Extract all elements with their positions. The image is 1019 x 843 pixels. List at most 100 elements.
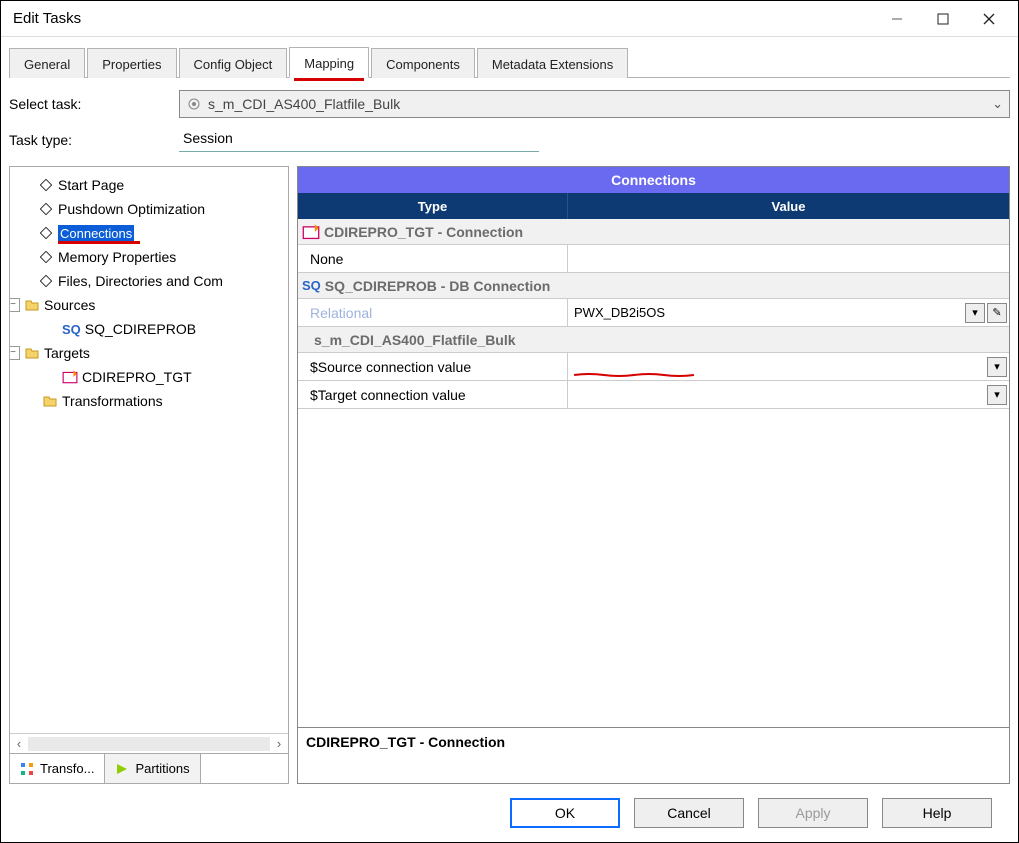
cell-type: None [298, 245, 568, 272]
grid-row[interactable]: $Target connection value ▾ [298, 381, 1009, 409]
tab-properties[interactable]: Properties [87, 48, 176, 78]
tab-mapping[interactable]: Mapping [289, 47, 369, 78]
tree-sources[interactable]: −Sources [14, 293, 286, 317]
grid-header: Type Value [298, 193, 1009, 219]
folder-icon [24, 345, 40, 361]
red-underline-icon [294, 78, 364, 81]
maximize-button[interactable] [920, 4, 966, 34]
gear-icon [186, 96, 202, 112]
edit-pencil-button[interactable]: ✎ [987, 303, 1007, 323]
col-header-type: Type [298, 193, 568, 219]
minimize-button[interactable] [874, 4, 920, 34]
sq-icon: SQ [62, 322, 81, 337]
tab-general[interactable]: General [9, 48, 85, 78]
tree-item-label: SQ_CDIREPROB [85, 321, 196, 337]
tree-transformations[interactable]: Transformations [14, 389, 286, 413]
tab-label: Properties [102, 57, 161, 72]
subtab-partitions[interactable]: Partitions [105, 754, 200, 783]
dropdown-arrow-button[interactable]: ▾ [965, 303, 985, 323]
grid-section-label: CDIREPRO_TGT - Connection [324, 224, 523, 240]
horizontal-scrollbar[interactable]: ‹› [10, 733, 288, 753]
tree-item-label: Pushdown Optimization [58, 201, 205, 217]
red-underline-icon [58, 241, 140, 244]
collapse-icon[interactable]: − [10, 298, 20, 312]
select-task-label: Select task: [9, 96, 179, 112]
tree-item-label: Files, Directories and Com [58, 273, 223, 289]
grid-section-label: s_m_CDI_AS400_Flatfile_Bulk [314, 332, 516, 348]
tab-label: Metadata Extensions [492, 57, 613, 72]
tree-targets-child[interactable]: CDIREPRO_TGT [14, 365, 286, 389]
grid-section[interactable]: SQ SQ_CDIREPROB - DB Connection [298, 273, 1009, 299]
tree-item-label: CDIREPRO_TGT [82, 369, 192, 385]
grid-footer: CDIREPRO_TGT - Connection [298, 727, 1009, 783]
select-task-dropdown[interactable]: s_m_CDI_AS400_Flatfile_Bulk ⌄ [179, 90, 1010, 118]
tab-label: Config Object [194, 57, 273, 72]
diamond-icon [38, 273, 54, 289]
tab-label: Mapping [304, 56, 354, 71]
cell-type: $Target connection value [298, 381, 568, 408]
dropdown-arrow-button[interactable]: ▾ [987, 385, 1007, 405]
diamond-icon [38, 249, 54, 265]
titlebar: Edit Tasks [1, 1, 1018, 37]
scroll-left-icon[interactable]: ‹ [10, 736, 28, 751]
diamond-icon [38, 225, 54, 241]
chevron-down-icon: ⌄ [992, 96, 1003, 112]
tree-start-page[interactable]: Start Page [14, 173, 286, 197]
subtab-transformation[interactable]: Transfo... [10, 754, 105, 783]
connections-grid: Connections Type Value CDIREPRO_TGT - Co… [297, 166, 1010, 784]
grid-row[interactable]: Relational PWX_DB2i5OS ▾ ✎ [298, 299, 1009, 327]
tab-components[interactable]: Components [371, 48, 475, 78]
subtab-label: Partitions [135, 761, 189, 776]
tab-strip: General Properties Config Object Mapping… [9, 43, 1010, 77]
play-icon [115, 762, 129, 776]
tab-config-object[interactable]: Config Object [179, 48, 288, 78]
ok-button[interactable]: OK [510, 798, 620, 828]
grid-row[interactable]: $Source connection value ▾ [298, 353, 1009, 381]
target-icon [302, 223, 320, 241]
grid-section-label: SQ_CDIREPROB - DB Connection [325, 278, 551, 294]
tree-memory[interactable]: Memory Properties [14, 245, 286, 269]
cell-value[interactable] [568, 245, 1009, 272]
cancel-button[interactable]: Cancel [634, 798, 744, 828]
tree-item-label: Start Page [58, 177, 124, 193]
help-button[interactable]: Help [882, 798, 992, 828]
subtab-label: Transfo... [40, 761, 94, 776]
left-panel: Start Page Pushdown Optimization Connect… [9, 166, 289, 784]
folder-icon [42, 393, 58, 409]
cell-type: Relational [298, 299, 568, 326]
tree-sources-child[interactable]: SQ SQ_CDIREPROB [14, 317, 286, 341]
right-panel: Connections Type Value CDIREPRO_TGT - Co… [297, 166, 1010, 784]
button-bar: OK Cancel Apply Help [9, 784, 1010, 832]
flow-icon [20, 762, 34, 776]
select-task-value: s_m_CDI_AS400_Flatfile_Bulk [208, 96, 400, 112]
cell-value[interactable]: ▾ [568, 381, 1009, 408]
grid-section[interactable]: CDIREPRO_TGT - Connection [298, 219, 1009, 245]
tree-files[interactable]: Files, Directories and Com [14, 269, 286, 293]
tree-pushdown[interactable]: Pushdown Optimization [14, 197, 286, 221]
tree-item-label: Sources [44, 297, 95, 313]
grid-row[interactable]: None [298, 245, 1009, 273]
target-icon [62, 369, 78, 385]
collapse-icon[interactable]: − [10, 346, 20, 360]
tab-metadata-extensions[interactable]: Metadata Extensions [477, 48, 628, 78]
tree-connections[interactable]: Connections [14, 221, 286, 245]
tab-label: Components [386, 57, 460, 72]
scroll-right-icon[interactable]: › [270, 736, 288, 751]
folder-icon [24, 297, 40, 313]
dropdown-arrow-button[interactable]: ▾ [987, 357, 1007, 377]
col-header-value: Value [568, 193, 1009, 219]
tree-item-label: Targets [44, 345, 90, 361]
grid-section[interactable]: s_m_CDI_AS400_Flatfile_Bulk [298, 327, 1009, 353]
tree-item-label: Memory Properties [58, 249, 176, 265]
close-button[interactable] [966, 4, 1012, 34]
diamond-icon [38, 177, 54, 193]
diamond-icon [38, 201, 54, 217]
tree-targets[interactable]: −Targets [14, 341, 286, 365]
tree-item-label: Transformations [62, 393, 163, 409]
tree: Start Page Pushdown Optimization Connect… [10, 167, 288, 733]
tree-item-label: Connections [58, 225, 134, 241]
task-type-value: Session [179, 128, 539, 152]
grid-title: Connections [298, 167, 1009, 193]
cell-value[interactable]: PWX_DB2i5OS ▾ ✎ [568, 299, 1009, 326]
cell-value[interactable]: ▾ [568, 353, 1009, 380]
